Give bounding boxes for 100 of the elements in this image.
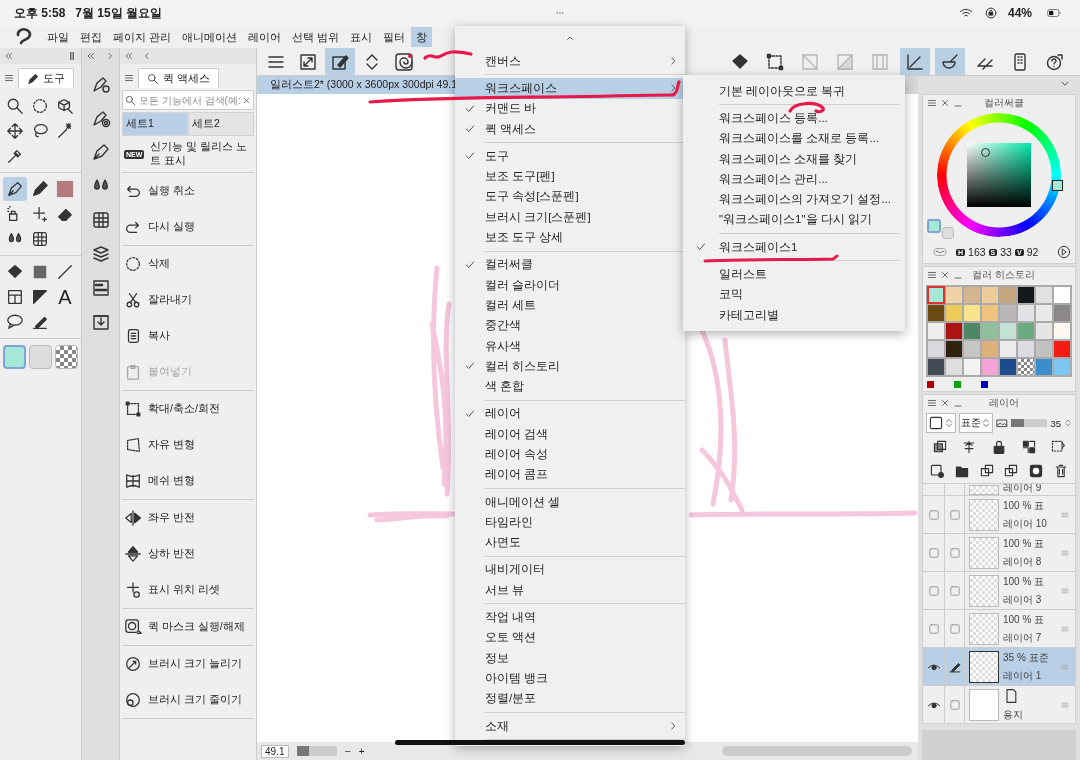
menu-item[interactable]: 커맨드 바	[455, 98, 685, 119]
zoom-in-button[interactable]: +	[358, 745, 365, 757]
layer-row[interactable]: 용지	[923, 685, 1075, 723]
menu-item[interactable]: 창	[411, 27, 433, 47]
menu-item[interactable]: 컬러 히스토리	[455, 356, 685, 377]
quick-access-item[interactable]: 다시 실행	[122, 209, 254, 245]
menu-item[interactable]: 도구 속성[스푼펜]	[455, 186, 685, 208]
menu-item[interactable]: 소재	[455, 715, 685, 737]
quick-access-item[interactable]: 메쉬 변형	[122, 463, 254, 499]
menu-item[interactable]: 색 혼합	[455, 376, 685, 397]
opacity-value[interactable]: 35	[1050, 417, 1061, 429]
quick-access-item[interactable]: 삭제	[122, 246, 254, 282]
menu-item[interactable]: 레이어	[243, 27, 287, 47]
status-date: 7월 15일 월요일	[75, 4, 163, 22]
menu-item[interactable]: 정보	[455, 648, 685, 669]
menu-item[interactable]: 작업 내역	[455, 607, 685, 628]
layer-row[interactable]: 35 % 표준 레이어 1	[923, 647, 1075, 685]
menu-item[interactable]: 레이어 검색	[455, 424, 685, 445]
zoom-out-button[interactable]: −	[345, 745, 351, 757]
zoom-field[interactable]: 49.1	[261, 744, 289, 758]
menu-item[interactable]: 중간색	[455, 315, 685, 336]
menu-item[interactable]: 필터	[378, 27, 411, 47]
menu-item[interactable]: 워크스페이스 소재를 찾기	[683, 148, 899, 170]
menu-item[interactable]: 유사색	[455, 335, 685, 357]
menu-item[interactable]: 퀵 액세스	[455, 118, 685, 140]
menu-item[interactable]: 레이어 속성	[455, 444, 685, 465]
menu-item[interactable]: 사면도	[455, 532, 685, 553]
document-tab[interactable]: 일러스트2* (3000 x 3600px 300dpi 49.1	[257, 76, 457, 94]
menu-item[interactable]: 파일	[42, 27, 74, 47]
channel-value: 33	[1000, 246, 1012, 258]
menu-item[interactable]: 레이어	[455, 403, 685, 425]
layer-name: 레이어 10	[1003, 516, 1048, 531]
menu-item[interactable]: 내비게이터	[455, 559, 685, 581]
layer-row[interactable]: 100 % 표 레이어 10	[923, 495, 1075, 533]
set-tab[interactable]: 세트2	[188, 112, 254, 136]
layer-row[interactable]: 100 % 표 레이어 3	[923, 571, 1075, 609]
layer-opacity-mode: 35 % 표준	[1003, 650, 1050, 665]
quick-access-item[interactable]: 상하 반전	[122, 536, 254, 572]
quick-access-item[interactable]: 잘라내기	[122, 282, 254, 318]
menu-item[interactable]: 타임라인	[455, 512, 685, 533]
quick-access-item[interactable]: 실행 취소	[122, 173, 254, 209]
panel-title: 레이어	[987, 396, 1020, 410]
quick-access-item[interactable]: 확대/축소/회전	[122, 391, 254, 427]
layer-opacity-mode: 100 % 표	[1003, 498, 1046, 513]
menu-item[interactable]: 워크스페이스 관리...	[683, 169, 899, 190]
menu-item[interactable]: 표시	[345, 27, 378, 47]
menu-item[interactable]: 레이어 콤프	[455, 464, 685, 485]
panel-tab[interactable]: 퀵 액세스	[138, 68, 220, 88]
menu-item[interactable]: 워크스페이스를 소재로 등록...	[683, 128, 899, 149]
menu-item[interactable]: 페이지 관리	[108, 27, 177, 47]
layer-name: 레이어 1	[1003, 668, 1043, 683]
menu-item[interactable]: 컬러써클	[455, 254, 685, 275]
tab-label: 도구	[43, 71, 65, 86]
menu-item[interactable]: 보조 도구 상세	[455, 227, 685, 248]
panel-tab[interactable]: 도구	[18, 68, 74, 88]
menu-item[interactable]: 컬러 슬라이더	[455, 274, 685, 296]
menu-item[interactable]: 오토 액션	[455, 627, 685, 648]
menu-item[interactable]: 기본 레이아웃으로 복귀	[683, 81, 899, 102]
quick-access-item[interactable]: 브러시 크기 늘리기	[122, 646, 254, 682]
menu-item[interactable]: 도구	[455, 146, 685, 167]
layer-row[interactable]: 100 % 표 레이어 8	[923, 533, 1075, 571]
layer-row[interactable]: 100 % 표 레이어 7	[923, 609, 1075, 647]
set-tab[interactable]: 세트1	[122, 112, 188, 136]
menu-item[interactable]: "워크스페이스1"을 다시 읽기	[683, 209, 899, 231]
search-field[interactable]: 모든 기능에서 검색(예:	[122, 90, 254, 110]
menu-item[interactable]: 일러스트	[683, 264, 899, 285]
quick-access-item[interactable]: 표시 위치 리셋	[122, 572, 254, 608]
menu-item[interactable]: 워크스페이스1	[683, 237, 899, 258]
layer-row[interactable]: 레이어 9	[923, 483, 1075, 495]
blend-mode-select[interactable]: 표준	[959, 413, 993, 433]
menu-item[interactable]: 아이템 뱅크	[455, 668, 685, 689]
menu-item[interactable]: 컬러 세트	[455, 295, 685, 316]
menu-item[interactable]: 워크스페이스의 가져오기 설정...	[683, 189, 899, 210]
layer-name: 레이어 7	[1003, 630, 1043, 645]
menu-item[interactable]: 정렬/분포	[455, 688, 685, 709]
layer-name: 용지	[1003, 707, 1024, 722]
menu-item[interactable]: 카테고리별	[683, 304, 899, 326]
channel-value: 92	[1026, 246, 1039, 258]
menu-item[interactable]: 워크스페이스 등록...	[683, 108, 899, 129]
quick-access-item[interactable]: 자유 변형	[122, 427, 254, 463]
layer-opacity-mode: 100 % 표	[1003, 536, 1046, 551]
menu-item[interactable]: 보조 도구[펜]	[455, 166, 685, 187]
text-tool[interactable]: A	[53, 285, 77, 309]
menu-item[interactable]: 편집	[75, 27, 107, 47]
quick-access-item[interactable]: 퀵 마스크 실행/해제	[122, 609, 254, 645]
layer-opacity-mode: 100 % 표	[1003, 612, 1046, 627]
panel-title: 컬러 히스토리	[971, 268, 1036, 282]
menu-item[interactable]: 서브 뷰	[455, 580, 685, 601]
menu-item[interactable]: 애니메이션	[177, 27, 243, 47]
layer-name: 레이어 9	[1003, 484, 1043, 495]
menu-item[interactable]: 코믹	[683, 284, 899, 305]
menu-item[interactable]: 선택 범위	[287, 27, 345, 47]
channel-value: 163	[968, 246, 986, 258]
layer-name: 레이어 3	[1003, 592, 1043, 607]
quick-access-item[interactable]: 복사	[122, 318, 254, 354]
menu-item[interactable]: 애니메이션 셀	[455, 491, 685, 513]
quick-access-item[interactable]: 좌우 반전	[122, 500, 254, 536]
panel-title: 컬러써클	[982, 96, 1025, 110]
menu-item[interactable]: 브러시 크기[스푼펜]	[455, 207, 685, 228]
quick-access-item[interactable]: 브러시 크기 줄이기	[122, 682, 254, 718]
